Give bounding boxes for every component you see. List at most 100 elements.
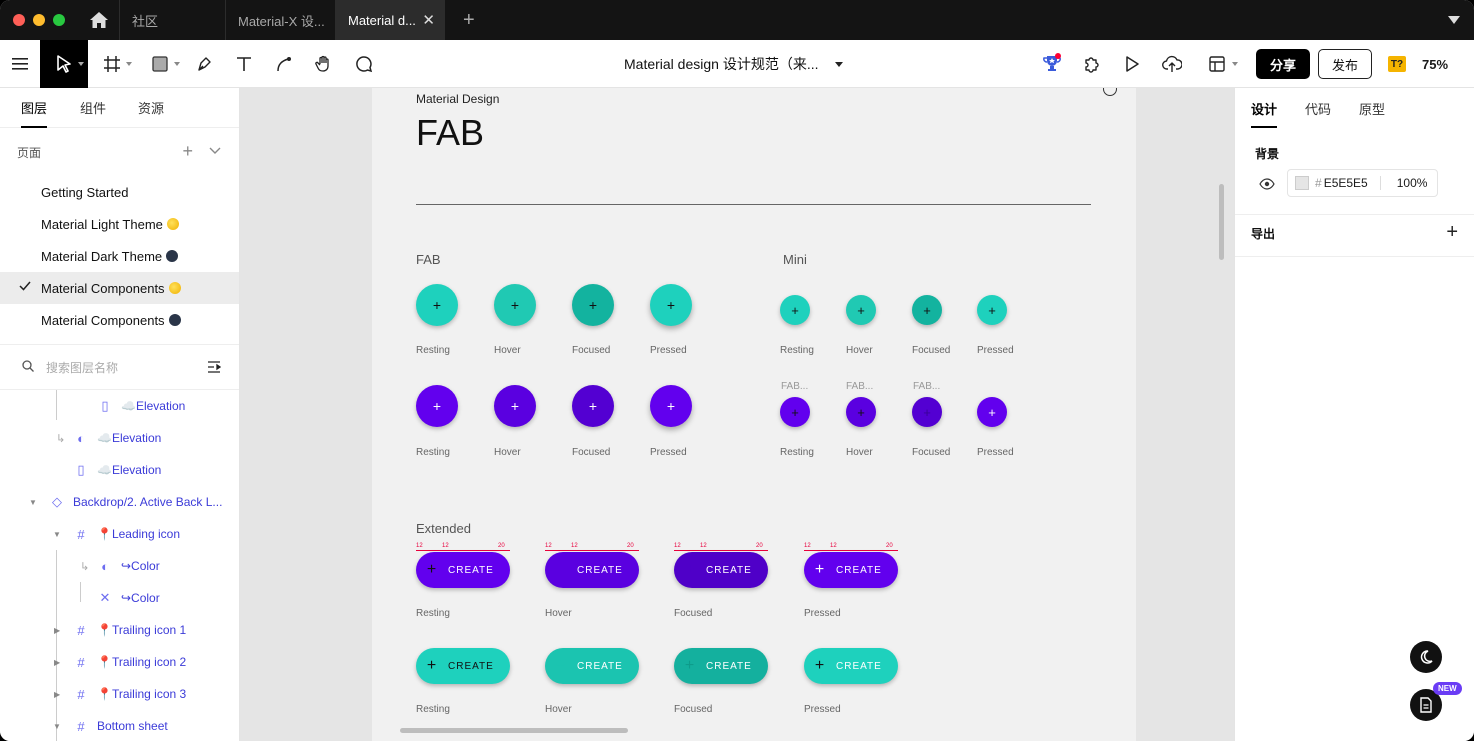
layer-row[interactable]: ▶ # 📍Trailing icon 1 [0, 614, 239, 646]
fab-purple-resting[interactable]: + [416, 385, 458, 427]
share-button[interactable]: 分享 [1256, 49, 1310, 79]
layout-icon[interactable] [1192, 40, 1242, 88]
chevron-down-icon[interactable] [834, 61, 843, 67]
mini-fab-purple-resting[interactable]: + [780, 397, 810, 427]
canvas[interactable]: Material Design FAB FAB Mini Extended + … [240, 88, 1234, 741]
expand-arrow-icon[interactable]: ▼ [53, 722, 61, 731]
maximize-window-button[interactable] [53, 14, 65, 26]
expand-arrow-icon[interactable]: ▼ [53, 530, 61, 539]
fab-purple-pressed[interactable]: + [650, 385, 692, 427]
expand-arrow-icon[interactable]: ▶ [54, 690, 60, 699]
new-tab-button[interactable]: + [463, 0, 475, 40]
eye-icon[interactable] [1259, 177, 1275, 195]
plugin-icon[interactable] [1072, 40, 1112, 88]
extended-fab-teal-resting[interactable]: + CREATE [416, 648, 510, 684]
fab-teal-pressed[interactable]: + [650, 284, 692, 326]
extended-fab-teal-hover[interactable]: + CREATE [545, 648, 639, 684]
expand-arrow-icon[interactable]: ▼ [29, 498, 37, 507]
home-icon[interactable] [79, 0, 119, 40]
horizontal-scrollbar[interactable] [400, 728, 628, 733]
extended-fab-teal-focused[interactable]: + CREATE [674, 648, 768, 684]
layer-row[interactable]: ▶ # 📍Trailing icon 2 [0, 646, 239, 678]
layer-row[interactable]: ▯ ☁️Elevation [0, 390, 239, 422]
shape-tool-icon[interactable] [136, 40, 184, 88]
text-tool-icon[interactable] [224, 40, 264, 88]
connector-tool-icon[interactable] [264, 40, 304, 88]
extended-fab-teal-pressed[interactable]: + CREATE [804, 648, 898, 684]
tab-components[interactable]: 组件 [80, 88, 106, 128]
close-window-button[interactable] [13, 14, 25, 26]
close-tab-icon[interactable]: ✕ [422, 11, 435, 29]
layer-search[interactable]: 搜索图层名称 [0, 344, 239, 390]
layer-row[interactable]: ▼ # 📍Leading icon [0, 518, 239, 550]
mini-fab-teal-hover[interactable]: + [846, 295, 876, 325]
layer-row[interactable]: ▼ ◇ Backdrop/2. Active Back L... [0, 486, 239, 518]
zoom-level[interactable]: 75% [1422, 57, 1462, 72]
expand-arrow-icon[interactable]: ▶ [54, 626, 60, 635]
add-export-icon[interactable]: + [1446, 222, 1458, 242]
frame-tool-icon[interactable] [88, 40, 136, 88]
info-icon[interactable] [1103, 88, 1117, 96]
play-icon[interactable] [1112, 40, 1152, 88]
filter-icon[interactable] [207, 361, 222, 376]
page-item[interactable]: Material Components [0, 304, 239, 336]
add-page-icon[interactable]: + [182, 142, 193, 160]
layer-row[interactable]: ▶ # 📍Trailing icon 3 [0, 678, 239, 710]
layer-row[interactable]: ↳ ◐ ↪Color [0, 550, 239, 582]
page-item[interactable]: Getting Started [0, 176, 239, 208]
fab-purple-hover[interactable]: + [494, 385, 536, 427]
search-input[interactable]: 搜索图层名称 [46, 359, 118, 376]
move-tool-icon[interactable] [40, 39, 88, 88]
fab-teal-focused[interactable]: + [572, 284, 614, 326]
publish-button[interactable]: 发布 [1318, 49, 1372, 79]
comment-tool-icon[interactable] [344, 40, 384, 88]
upload-icon[interactable] [1152, 40, 1192, 88]
page-item[interactable]: Material Light Theme [0, 208, 239, 240]
opacity-input[interactable]: 100% [1397, 176, 1428, 190]
extended-fab-purple-resting[interactable]: + CREATE [416, 552, 510, 588]
page-item-active[interactable]: Material Components [0, 272, 239, 304]
page-item[interactable]: Material Dark Theme [0, 240, 239, 272]
layer-row[interactable]: ✕ ↪Color [0, 582, 239, 614]
tab-material-design[interactable]: Material d... ✕ [335, 0, 445, 40]
fab-teal-resting[interactable]: + [416, 284, 458, 326]
tab-design[interactable]: 设计 [1251, 88, 1278, 128]
artboard[interactable]: Material Design FAB FAB Mini Extended + … [372, 88, 1136, 741]
mini-fab-purple-hover[interactable]: + [846, 397, 876, 427]
tab-assets[interactable]: 资源 [138, 88, 164, 128]
layer-row[interactable]: ▯ ☁️Elevation [0, 454, 239, 486]
vertical-scrollbar[interactable] [1219, 184, 1224, 260]
chevron-down-icon[interactable] [1448, 16, 1460, 24]
tab-code[interactable]: 代码 [1305, 88, 1331, 128]
mini-fab-teal-focused[interactable]: + [912, 295, 942, 325]
fab-purple-focused[interactable]: + [572, 385, 614, 427]
trophy-icon[interactable] [1032, 40, 1072, 88]
layer-row[interactable]: ↳ ◐ ☁️Elevation [0, 422, 239, 454]
menu-icon[interactable] [0, 40, 40, 88]
mini-fab-teal-resting[interactable]: + [780, 295, 810, 325]
state-label: Pressed [804, 608, 841, 619]
dark-mode-toggle[interactable] [1410, 641, 1442, 673]
mini-fab-purple-pressed[interactable]: + [977, 397, 1007, 427]
expand-arrow-icon[interactable]: ▶ [54, 658, 60, 667]
minimize-window-button[interactable] [33, 14, 45, 26]
extended-fab-purple-focused[interactable]: + CREATE [674, 552, 768, 588]
fab-teal-hover[interactable]: + [494, 284, 536, 326]
chevron-down-icon[interactable] [209, 144, 221, 158]
hand-tool-icon[interactable] [304, 40, 344, 88]
mini-fab-purple-focused[interactable]: + [912, 397, 942, 427]
tab-community[interactable]: 社区 [119, 0, 225, 40]
mini-fab-teal-pressed[interactable]: + [977, 295, 1007, 325]
missing-font-badge[interactable]: T? [1388, 56, 1406, 72]
tab-prototype[interactable]: 原型 [1359, 88, 1385, 128]
pen-tool-icon[interactable] [184, 40, 224, 88]
extended-fab-purple-hover[interactable]: + CREATE [545, 552, 639, 588]
document-title[interactable]: Material design 设计规范（来... [624, 40, 843, 88]
layer-row[interactable]: ▼ # Bottom sheet [0, 710, 239, 741]
hex-input[interactable]: E5E5E5 [1324, 176, 1368, 190]
extended-fab-purple-pressed[interactable]: + CREATE [804, 552, 898, 588]
tab-layers[interactable]: 图层 [21, 88, 48, 128]
background-color-field[interactable]: # E5E5E5 100% [1287, 169, 1438, 197]
tab-material-x[interactable]: Material-X 设... [225, 0, 335, 40]
color-swatch[interactable] [1295, 176, 1309, 190]
